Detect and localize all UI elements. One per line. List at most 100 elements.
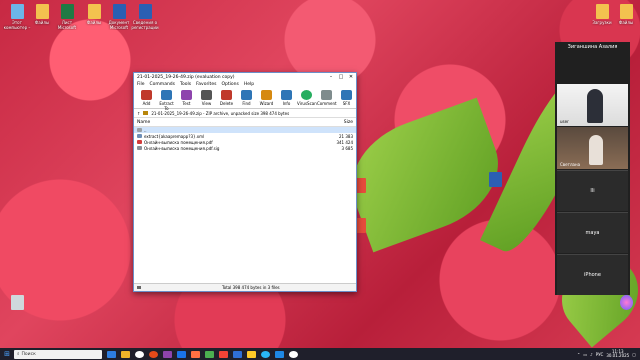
desktop-icon[interactable]: Файлы — [28, 4, 56, 30]
desktop-icon[interactable]: Сведения о регистрации — [131, 4, 159, 30]
telegram-icon[interactable] — [261, 350, 270, 358]
yandex-icon[interactable] — [149, 350, 158, 358]
app-icon — [619, 295, 633, 310]
word-icon[interactable] — [233, 350, 242, 358]
windows-start-icon[interactable]: ⊞ — [0, 350, 14, 358]
desktop-icon[interactable]: Лист Microsoft Excel — [53, 4, 81, 30]
up-arrow-icon[interactable]: ↑ — [137, 111, 140, 116]
participant-tile[interactable]: user — [557, 84, 628, 126]
delete-button[interactable]: Delete — [217, 88, 236, 108]
app-icon[interactable] — [275, 350, 284, 358]
menu-options[interactable]: Options — [221, 82, 238, 87]
xml-file-icon — [137, 134, 142, 138]
chevron-up-icon[interactable]: ⌃ — [577, 352, 580, 357]
add-icon — [141, 90, 152, 100]
search-icon: ⌕ — [17, 352, 20, 357]
find-button[interactable]: Find — [237, 88, 256, 108]
file-explorer-icon[interactable] — [121, 350, 130, 358]
desktop-icon[interactable] — [481, 172, 509, 187]
participant-tile[interactable]: maya — [557, 212, 628, 253]
menu-commands[interactable]: Commands — [150, 82, 175, 87]
desktop-icon[interactable]: Этот компьютер – Ярлык — [3, 4, 31, 30]
close-button[interactable]: ✕ — [346, 74, 356, 80]
app-icon[interactable] — [219, 350, 228, 358]
add-button[interactable]: Add — [137, 88, 156, 108]
taskbar-search[interactable]: ⌕ Поиск — [14, 349, 102, 359]
archive-icon — [143, 111, 149, 115]
file-row[interactable]: Онлайн-выписка помещения.pdf 341 424 — [134, 139, 356, 145]
clock[interactable]: 11:13 30.01.2025 — [606, 349, 629, 359]
virusscan-button[interactable]: VirusScan — [297, 88, 317, 108]
column-name[interactable]: Name — [134, 120, 328, 125]
taskbar: ⊞ ⌕ Поиск ⌃ ▭ ♪ РУС 11:13 30.01.2025 ▢ — [0, 348, 640, 360]
task-view-icon[interactable] — [107, 350, 116, 358]
wizard-icon — [261, 90, 272, 100]
file-list-header: Name Size — [134, 118, 356, 127]
video-call-panel[interactable]: Зиганшина Азалия user Светлана Ili maya … — [555, 42, 630, 295]
participant-video — [589, 135, 603, 165]
desktop-icon[interactable]: Файлы — [80, 4, 108, 30]
desktop-icon[interactable]: Документ Microsoft Word — [105, 4, 133, 30]
path-bar[interactable]: ↑ 21-01-2025_19-26-49.zip - ZIP archive,… — [134, 109, 356, 118]
test-button[interactable]: Test — [177, 88, 196, 108]
excel-file-icon — [60, 4, 74, 19]
status-total: Total 398 474 bytes in 3 files — [222, 285, 280, 290]
notification-icon[interactable]: ▢ — [632, 352, 636, 357]
folder-icon — [87, 4, 101, 19]
parent-folder-icon — [137, 128, 142, 132]
file-row[interactable]: Онлайн-выписка помещения.pdf.sig 3 685 — [134, 145, 356, 151]
menu-bar: File Commands Tools Favorites Options He… — [134, 81, 356, 88]
app-icon[interactable] — [289, 350, 298, 358]
comment-button[interactable]: Comment — [317, 88, 337, 108]
delete-icon — [221, 90, 232, 100]
drive-icon — [137, 286, 141, 289]
word-file-icon — [112, 4, 126, 19]
call-title: Зиганшина Азалия — [567, 44, 618, 50]
info-button[interactable]: Info — [277, 88, 296, 108]
folder-icon — [619, 4, 633, 19]
excel-icon[interactable] — [205, 350, 214, 358]
app-icon[interactable] — [163, 350, 172, 358]
desktop-icon[interactable]: Файлы — [612, 4, 640, 30]
menu-tools[interactable]: Tools — [180, 82, 191, 87]
browser-icon[interactable] — [177, 350, 186, 358]
sfx-button[interactable]: SFX — [337, 88, 356, 108]
participant-tile[interactable]: iPhone — [557, 254, 628, 295]
view-icon — [201, 90, 212, 100]
app-icon[interactable] — [247, 350, 256, 358]
desktop-icon[interactable] — [3, 295, 31, 310]
status-bar: Total 398 474 bytes in 3 files — [134, 283, 356, 291]
archive-path: 21-01-2025_19-26-49.zip - ZIP archive, u… — [151, 110, 290, 116]
file-row[interactable]: extract{akaapremapp?3}.xml 21 383 — [134, 133, 356, 139]
menu-help[interactable]: Help — [244, 82, 254, 87]
wizard-button[interactable]: Wizard — [257, 88, 276, 108]
language-indicator[interactable]: РУС — [596, 352, 604, 357]
extract-to-button[interactable]: Extract To — [157, 88, 176, 111]
chrome-icon[interactable] — [135, 350, 144, 358]
folder-icon — [595, 4, 609, 19]
file-row[interactable]: .. — [134, 127, 356, 133]
window-title: 21-01-2025_19-26-49.zip (evaluation copy… — [137, 74, 235, 80]
pdf-file-icon — [137, 140, 142, 144]
volume-icon[interactable]: ♪ — [590, 352, 593, 357]
column-size[interactable]: Size — [328, 120, 356, 125]
maximize-button[interactable]: □ — [336, 74, 346, 80]
participant-video — [587, 89, 603, 123]
title-bar[interactable]: 21-01-2025_19-26-49.zip (evaluation copy… — [134, 73, 356, 81]
computer-icon — [10, 4, 24, 19]
info-icon — [281, 90, 292, 100]
status-left — [134, 285, 222, 290]
app-icon[interactable] — [191, 350, 200, 358]
folder-icon — [35, 4, 49, 19]
participant-tile[interactable]: Ili — [557, 170, 628, 211]
menu-favorites[interactable]: Favorites — [196, 82, 216, 87]
participant-tile[interactable]: Светлана — [557, 127, 628, 169]
winrar-window[interactable]: 21-01-2025_19-26-49.zip (evaluation copy… — [133, 72, 357, 292]
toolbar: Add Extract To Test View Delete Find Wiz… — [134, 88, 356, 111]
desktop-icon[interactable] — [612, 295, 640, 310]
comment-icon — [321, 90, 332, 100]
minimize-button[interactable]: – — [326, 74, 336, 80]
view-button[interactable]: View — [197, 88, 216, 108]
network-icon[interactable]: ▭ — [583, 352, 587, 357]
menu-file[interactable]: File — [137, 82, 145, 87]
